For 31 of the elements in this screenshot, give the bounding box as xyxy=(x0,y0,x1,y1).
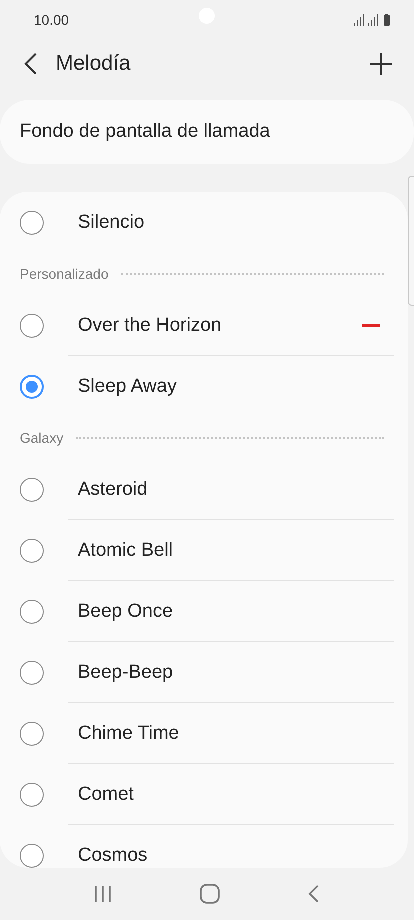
radio-button[interactable] xyxy=(20,314,44,338)
radio-button[interactable] xyxy=(20,782,44,806)
radio-button[interactable] xyxy=(20,660,44,684)
back-button[interactable] xyxy=(24,52,38,76)
ringtone-label[interactable]: Beep-Beep xyxy=(78,662,388,684)
ringtone-label[interactable]: Comet xyxy=(78,784,388,806)
ringtone-label[interactable]: Over the Horizon xyxy=(78,314,362,336)
back-nav-button[interactable] xyxy=(308,884,320,904)
radio-button[interactable] xyxy=(20,722,44,746)
radio-button[interactable] xyxy=(20,374,44,398)
radio-button[interactable] xyxy=(20,478,44,502)
section-header: Galaxy xyxy=(20,430,64,446)
radio-button[interactable] xyxy=(20,538,44,562)
ringtone-label[interactable]: Beep Once xyxy=(78,600,388,622)
section-header: Personalizado xyxy=(20,266,109,282)
recents-button[interactable] xyxy=(94,885,112,903)
status-icons xyxy=(354,14,392,26)
ringtone-label[interactable]: Chime Time xyxy=(78,722,388,744)
ringtone-label[interactable]: Silencio xyxy=(78,212,388,234)
page-title: Melodía xyxy=(56,52,132,76)
radio-button[interactable] xyxy=(20,210,44,234)
radio-button[interactable] xyxy=(20,844,44,868)
ringtone-label[interactable]: Sleep Away xyxy=(78,376,388,398)
home-button[interactable] xyxy=(200,884,220,904)
wallpaper-option[interactable]: Fondo de pantalla de llamada xyxy=(0,100,414,164)
ringtone-label[interactable]: Atomic Bell xyxy=(78,540,388,562)
radio-button[interactable] xyxy=(20,600,44,624)
ringtone-label[interactable]: Cosmos xyxy=(78,844,388,866)
add-button[interactable] xyxy=(370,53,392,75)
status-time: 10.00 xyxy=(34,12,70,28)
ringtone-label[interactable]: Asteroid xyxy=(78,478,388,500)
